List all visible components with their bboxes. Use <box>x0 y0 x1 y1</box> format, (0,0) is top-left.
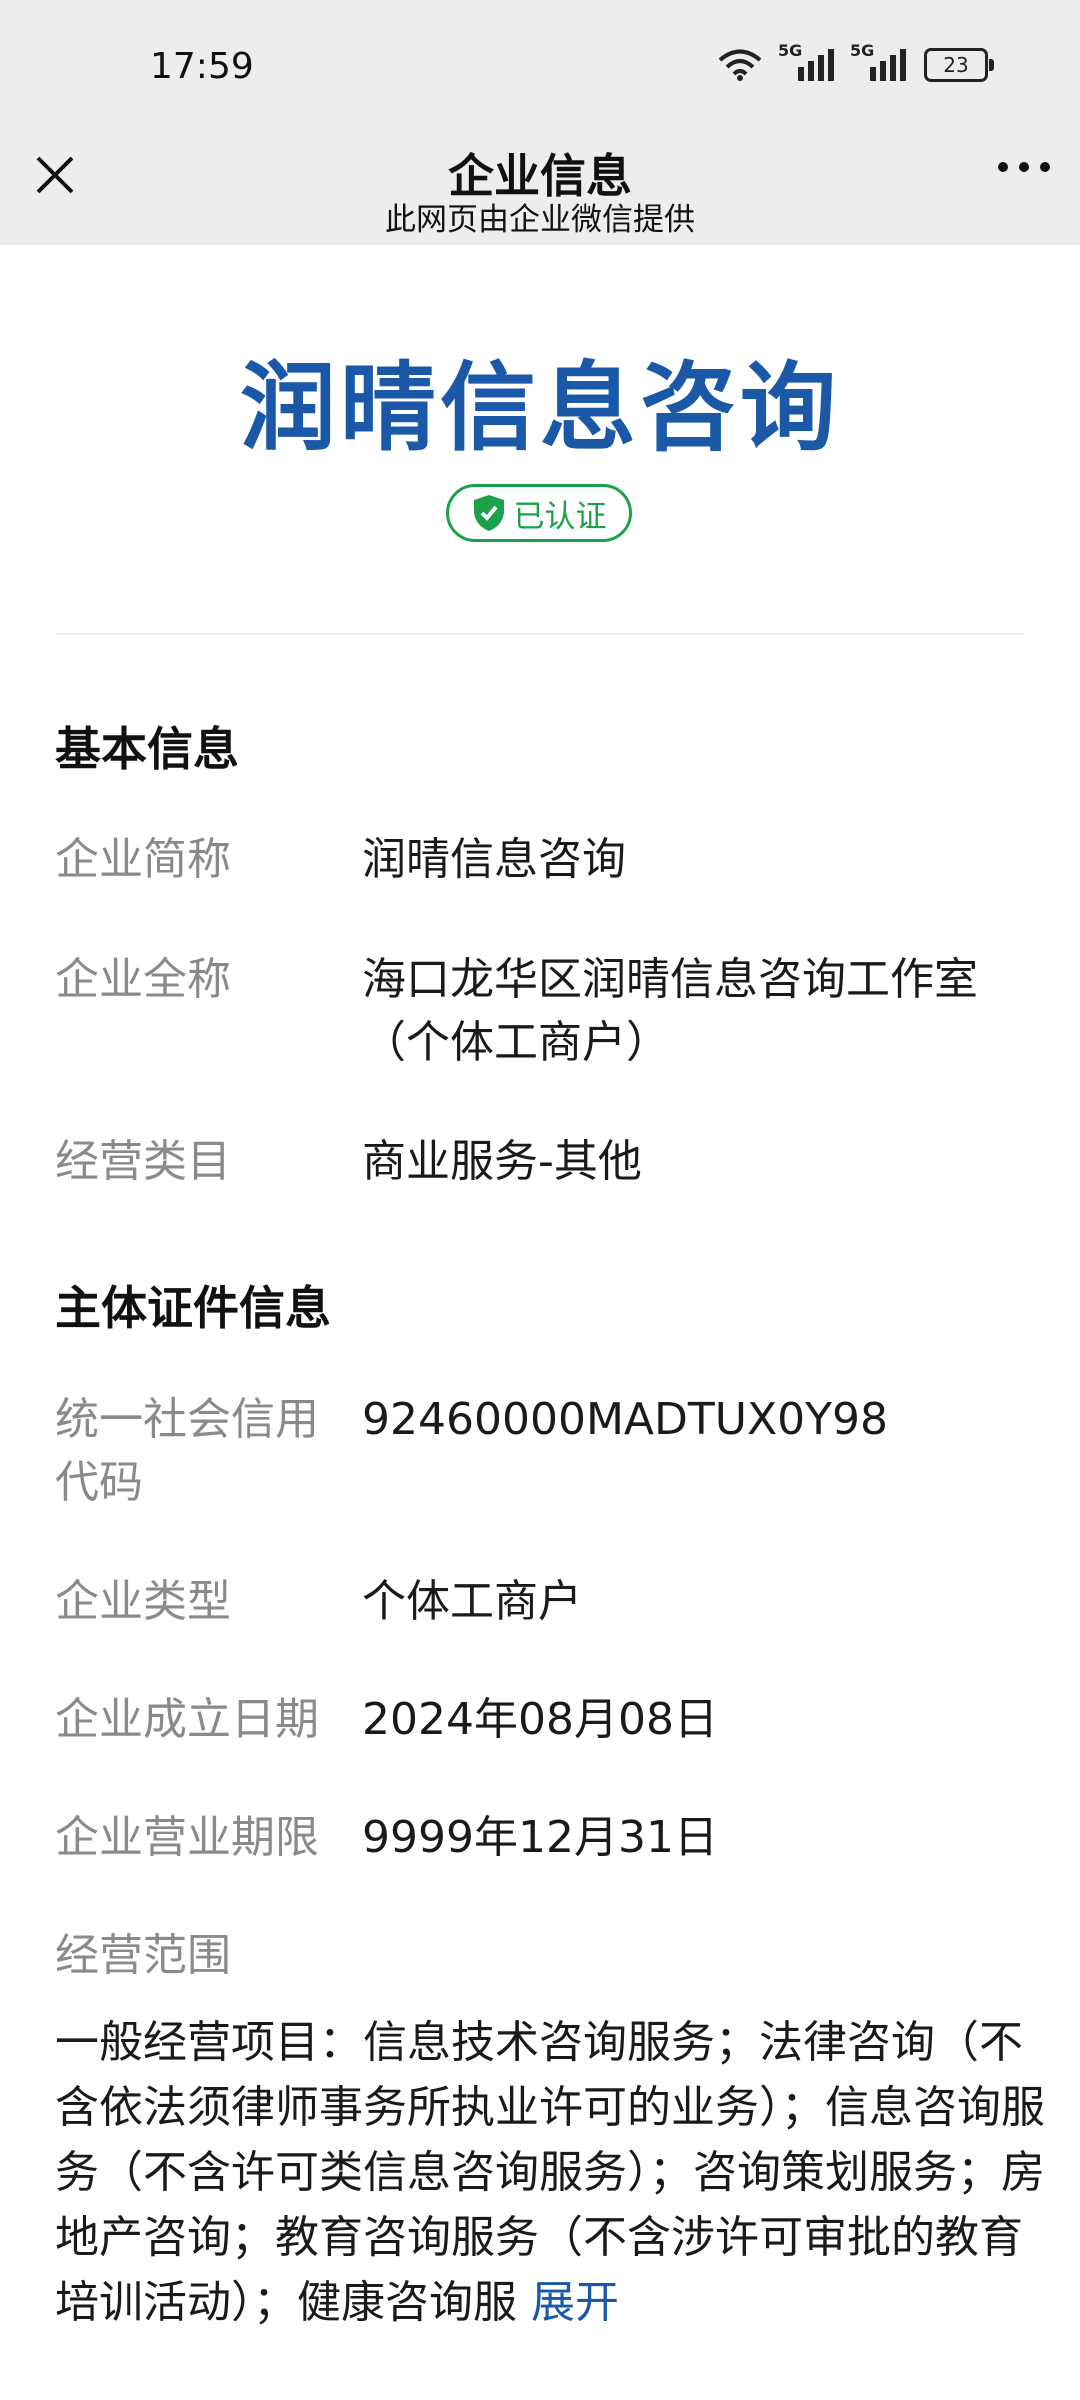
more-icon[interactable] <box>998 162 1050 172</box>
divider <box>55 633 1025 635</box>
value-business-term: 9999年12月31日 <box>362 1812 718 1863</box>
value-short-name: 润晴信息咨询 <box>362 834 626 885</box>
expand-link[interactable]: 展开 <box>531 2277 619 2328</box>
label-company-type: 企业类型 <box>55 1576 231 1627</box>
network-label-1: 5G <box>778 41 803 60</box>
status-bar: 17:59 5G 5G 23 <box>0 0 1080 140</box>
section-title-cert-info: 主体证件信息 <box>55 1281 331 1335</box>
value-established-date: 2024年08月08日 <box>362 1694 718 1745</box>
label-established-date: 企业成立日期 <box>55 1694 319 1745</box>
signal-5g-icon: 5G <box>778 41 834 81</box>
value-credit-code: 92460000MADTUX0Y98 <box>362 1394 888 1445</box>
label-business-category: 经营类目 <box>55 1136 231 1187</box>
status-time: 17:59 <box>150 46 254 87</box>
verified-badge: 已认证 <box>446 484 632 542</box>
value-company-type: 个体工商户 <box>362 1576 582 1627</box>
shield-check-icon <box>473 495 504 531</box>
section-title-basic-info: 基本信息 <box>55 722 239 776</box>
verified-label: 已认证 <box>513 498 607 535</box>
company-name: 润晴信息咨询 <box>240 352 840 464</box>
signal-5g-icon-2: 5G <box>850 41 906 81</box>
label-business-term: 企业营业期限 <box>55 1812 319 1863</box>
nav-subtitle: 此网页由企业微信提供 <box>385 202 695 238</box>
value-full-name: 海口龙华区润晴信息咨询工作室（个体工商户） <box>362 954 978 1068</box>
label-short-name: 企业简称 <box>55 834 231 885</box>
label-business-scope: 经营范围 <box>55 1930 231 1981</box>
value-business-category: 商业服务-其他 <box>362 1136 642 1187</box>
business-scope-text: 一般经营项目：信息技术咨询服务；法律咨询（不含依法须律师事务所执业许可的业务）；… <box>55 2010 1045 2335</box>
label-credit-code: 统一社会信用代码 <box>55 1394 319 1508</box>
label-full-name: 企业全称 <box>55 954 231 1005</box>
status-icons: 5G 5G 23 <box>718 41 994 82</box>
network-label-2: 5G <box>850 41 875 60</box>
close-icon[interactable] <box>30 150 80 200</box>
wifi-icon <box>718 49 762 81</box>
battery-icon: 23 <box>924 48 994 82</box>
nav-bar: 企业信息 此网页由企业微信提供 <box>0 140 1080 245</box>
